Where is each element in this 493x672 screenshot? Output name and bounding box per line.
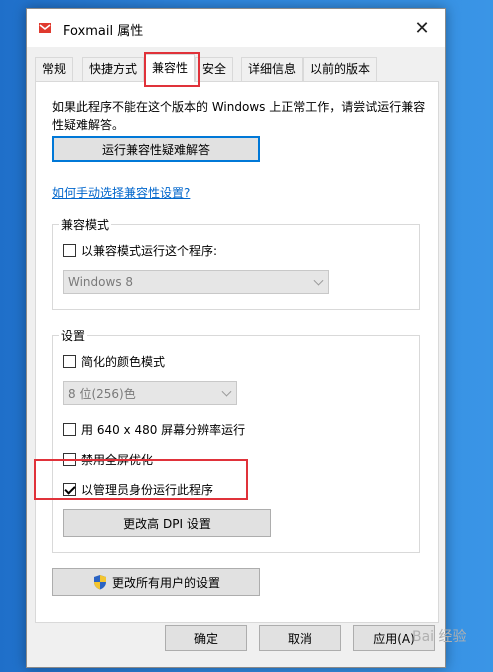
color-depth-value: 8 位(256)色 [68,386,136,401]
os-version-select[interactable]: Windows 8 [63,270,329,294]
foxmail-app-icon [39,23,51,33]
reduced-color-label: 简化的颜色模式 [81,355,166,369]
tab-security[interactable]: 安全 [195,57,234,81]
os-version-value: Windows 8 [68,275,134,289]
run-troubleshooter-button[interactable]: 运行兼容性疑难解答 [52,136,260,162]
chevron-down-icon [221,386,232,397]
tab-shortcut[interactable]: 快捷方式 [82,57,145,81]
watermark: Bai 经验 [412,629,467,645]
reduced-color-checkbox[interactable] [63,355,76,368]
window-title: Foxmail 属性 [63,24,144,39]
color-depth-select[interactable]: 8 位(256)色 [63,381,237,405]
highlight-tab-box [144,52,200,87]
settings-group: 设置 简化的颜色模式 8 位(256)色 用 640 x 480 屏幕分辨率运行… [52,327,420,553]
cancel-button[interactable]: 取消 [259,625,341,651]
properties-dialog: Foxmail 属性 ✕ 常规 快捷方式 兼容性 安全 详细信息 以前的版本 如… [26,8,446,668]
tab-previous-versions[interactable]: 以前的版本 [303,57,378,81]
change-all-users-label: 更改所有用户的设置 [111,575,220,590]
compat-mode-label: 以兼容模式运行这个程序: [81,244,218,258]
change-all-users-button[interactable]: 更改所有用户的设置 [52,568,260,596]
close-button[interactable]: ✕ [399,9,445,47]
highlight-admin-box [34,459,248,500]
compat-mode-title: 兼容模式 [59,216,112,233]
compat-mode-checkbox[interactable] [63,244,76,257]
compat-description: 如果此程序不能在这个版本的 Windows 上正常工作，请尝试运行兼容性疑难解答… [52,100,426,132]
settings-title: 设置 [59,327,88,344]
manual-settings-link[interactable]: 如何手动选择兼容性设置? [52,184,190,201]
compat-mode-group: 兼容模式 以兼容模式运行这个程序: Windows 8 [52,216,420,310]
uac-shield-icon [93,575,106,590]
ok-button[interactable]: 确定 [165,625,247,651]
tab-details[interactable]: 详细信息 [241,57,304,81]
chevron-down-icon [313,275,324,286]
tab-general[interactable]: 常规 [35,57,74,81]
title-bar: Foxmail 属性 ✕ [27,9,445,47]
resolution-checkbox[interactable] [63,423,76,436]
change-dpi-button[interactable]: 更改高 DPI 设置 [63,509,271,537]
compatibility-panel: 如果此程序不能在这个版本的 Windows 上正常工作，请尝试运行兼容性疑难解答… [34,81,439,623]
resolution-label: 用 640 x 480 屏幕分辨率运行 [81,423,246,437]
close-icon: ✕ [414,17,430,39]
